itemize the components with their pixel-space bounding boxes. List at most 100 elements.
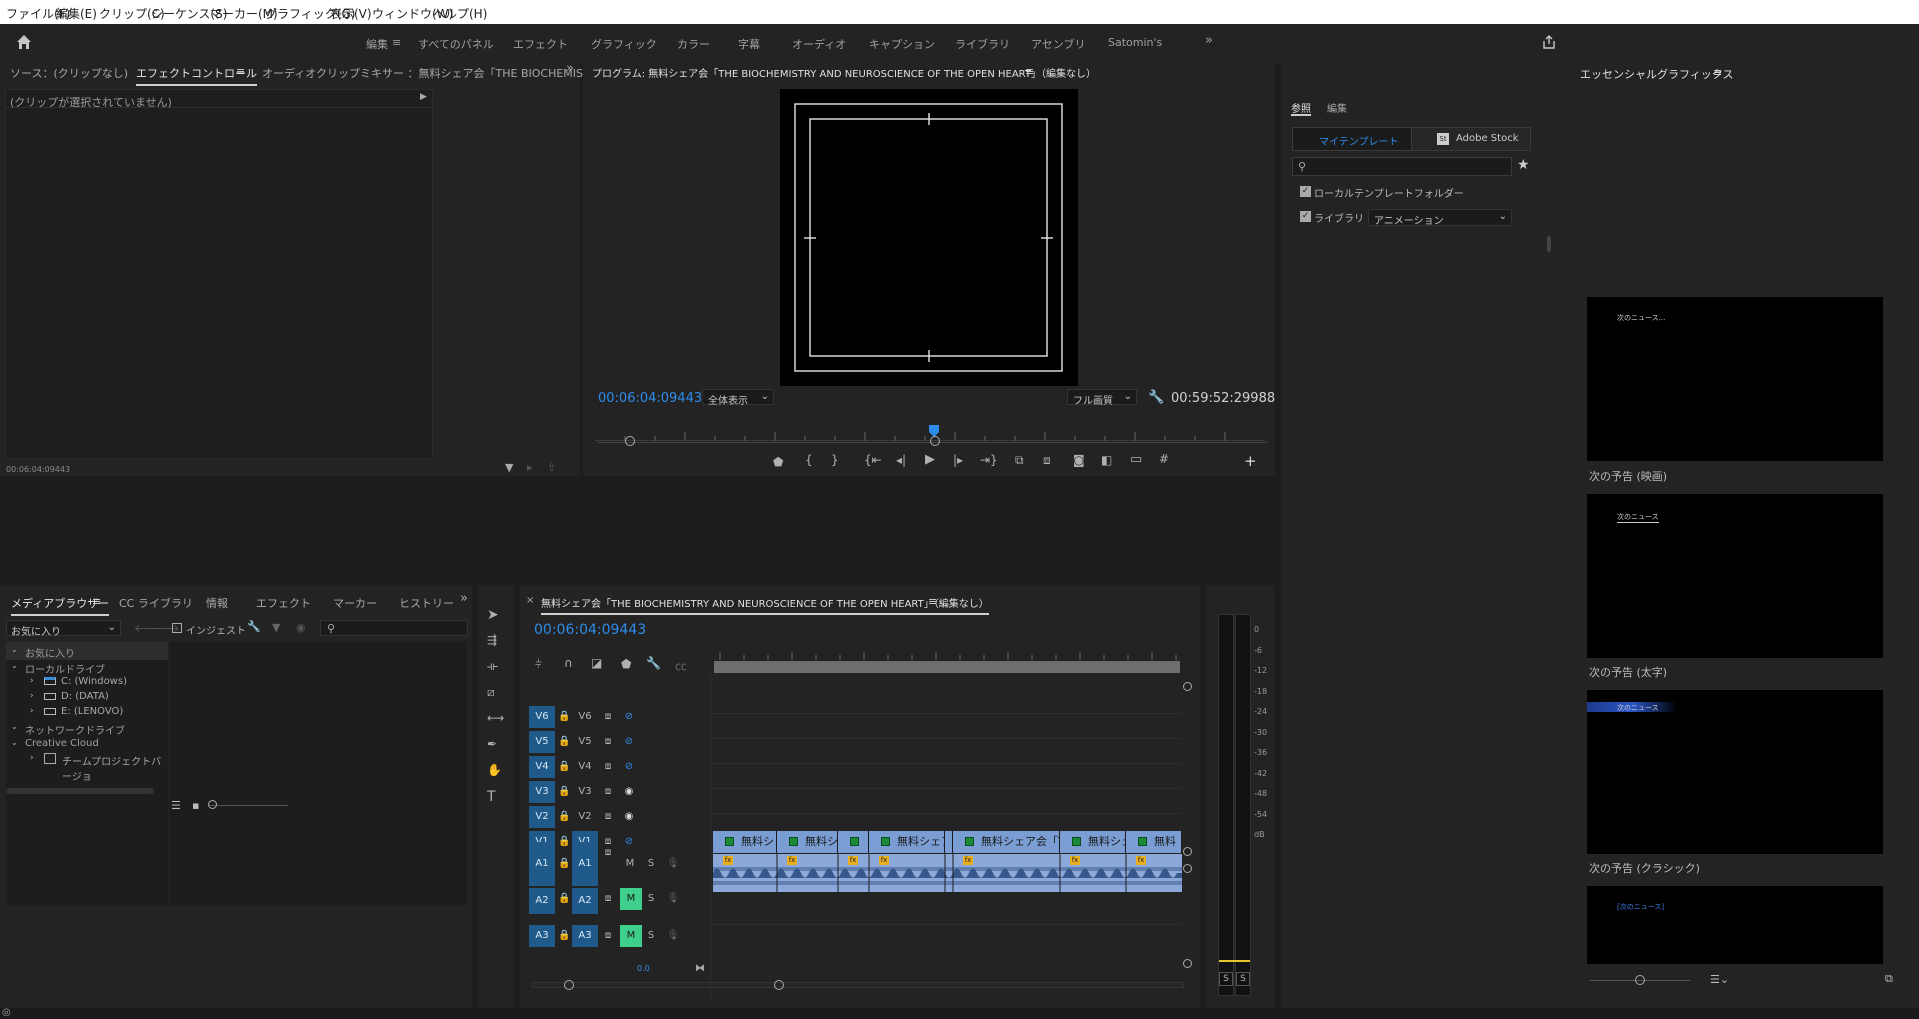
tree-local-drives[interactable]: ローカルドライブ bbox=[25, 661, 105, 676]
linked-selection-icon[interactable]: ◪ bbox=[591, 656, 602, 670]
lock-icon[interactable]: 🔒 bbox=[558, 925, 570, 947]
hand-tool-icon[interactable]: ✋ bbox=[487, 763, 502, 777]
library-dropdown[interactable]: アニメーション ⌄ bbox=[1368, 209, 1512, 227]
slip-tool-icon[interactable]: ⟷ bbox=[487, 711, 504, 725]
media-browser-menu-icon[interactable]: ≡ bbox=[92, 595, 101, 608]
workspace-audio[interactable]: オーディオ bbox=[792, 36, 846, 52]
template-thumbnail[interactable]: 次のニュース bbox=[1587, 494, 1883, 658]
panel-menu-icon[interactable]: ≡ bbox=[1713, 66, 1722, 79]
timeline-timecode[interactable]: 00:06:04:09443 bbox=[534, 622, 646, 638]
sync-lock-icon[interactable]: ⧈ bbox=[600, 756, 616, 778]
essential-graphics-title[interactable]: エッセンシャルグラフィックス bbox=[1580, 66, 1733, 82]
zoom-handle-right[interactable] bbox=[774, 980, 784, 990]
sync-lock-icon[interactable]: ⧈ bbox=[600, 731, 616, 753]
lock-icon[interactable]: 🔒 bbox=[558, 888, 570, 910]
eye-hidden-icon[interactable]: ⊘ bbox=[621, 756, 637, 778]
chevron-down-icon[interactable]: ⌄ bbox=[11, 738, 18, 747]
sync-lock-icon[interactable]: ⧈ bbox=[600, 842, 616, 864]
workspace-effects[interactable]: エフェクト bbox=[513, 36, 568, 52]
mute-button-a1[interactable]: M bbox=[621, 853, 639, 875]
lock-icon[interactable]: 🔒 bbox=[558, 731, 570, 753]
pen-tool-icon[interactable]: ✒ bbox=[487, 737, 497, 751]
marker-icon[interactable]: ⬟ bbox=[621, 657, 631, 671]
mute-button-a2[interactable]: M bbox=[620, 888, 642, 910]
video-clip[interactable]: 無料シェア bbox=[869, 831, 945, 853]
eye-icon[interactable]: ◉ bbox=[621, 806, 637, 828]
source-patch-v2[interactable]: V2 bbox=[529, 806, 555, 828]
source-patch-v4[interactable]: V4 bbox=[529, 756, 555, 778]
track-name-v2[interactable]: V2 bbox=[572, 806, 598, 828]
tree-creative-cloud[interactable]: Creative Cloud bbox=[25, 738, 99, 749]
tree-drive-d[interactable]: D: (DATA) bbox=[61, 691, 109, 702]
track-name-a2[interactable]: A2 bbox=[572, 888, 598, 914]
video-frame[interactable] bbox=[780, 89, 1078, 386]
tree-scrollbar[interactable] bbox=[6, 788, 154, 794]
settings-wrench-icon[interactable]: 🔧 bbox=[1148, 390, 1164, 405]
tab-history[interactable]: ヒストリー bbox=[399, 595, 454, 611]
zoom-dropdown[interactable]: 全体表示 ⌄ bbox=[702, 389, 774, 407]
razor-tool-icon[interactable]: ⧄ bbox=[487, 685, 495, 700]
sync-lock-icon[interactable]: ⧈ bbox=[600, 806, 616, 828]
zoom-handle-left[interactable] bbox=[625, 436, 635, 446]
workspace-all-panels[interactable]: すべてのパネル bbox=[418, 36, 494, 52]
source-patch-v6[interactable]: V6 bbox=[529, 706, 555, 728]
type-tool-icon[interactable]: T bbox=[487, 789, 496, 805]
tab-browse[interactable]: 参照 bbox=[1291, 100, 1311, 115]
eye-hidden-icon[interactable]: ⊘ bbox=[621, 706, 637, 728]
tree-drive-e[interactable]: E: (LENOVO) bbox=[61, 706, 123, 717]
lock-icon[interactable]: 🔒 bbox=[558, 853, 570, 875]
selection-tool-icon[interactable]: ➤ bbox=[487, 607, 499, 623]
quality-dropdown[interactable]: フル画質 ⌄ bbox=[1067, 389, 1137, 407]
mark-out-icon[interactable]: } bbox=[831, 453, 839, 467]
tree-network-drives[interactable]: ネットワークドライブ bbox=[25, 722, 125, 737]
go-to-out-icon[interactable]: ⇥} bbox=[980, 453, 998, 467]
menu-view[interactable]: 表示(V) bbox=[330, 5, 372, 22]
mark-in-icon[interactable]: { bbox=[805, 453, 813, 467]
tab-audio-clip-mixer[interactable]: オーディオクリップミキサー ：無料シェア会「THE BIOCHEMISTRY A… bbox=[262, 65, 631, 81]
star-icon[interactable]: ★ bbox=[1517, 157, 1530, 173]
favorites-dropdown[interactable]: お気に入り ⌄ bbox=[6, 620, 121, 638]
solo-right-button[interactable]: S bbox=[1236, 972, 1250, 986]
thumb-size-slider[interactable] bbox=[208, 805, 288, 806]
lock-icon[interactable]: 🔒 bbox=[558, 781, 570, 803]
timeline-title[interactable]: 無料シェア会「THE BIOCHEMISTRY AND NEUROSCIENCE… bbox=[541, 595, 989, 615]
ingest-checkbox[interactable] bbox=[172, 623, 182, 633]
tab-markers[interactable]: マーカー bbox=[333, 595, 377, 611]
program-menu-icon[interactable]: ≡ bbox=[1025, 65, 1034, 78]
chevron-down-icon[interactable]: ⌄ bbox=[11, 645, 18, 654]
tree-favorites[interactable]: お気に入り bbox=[25, 645, 75, 660]
chevron-right-icon[interactable]: › bbox=[30, 753, 34, 763]
source-patch-a2[interactable]: A2 bbox=[529, 888, 555, 914]
chevron-down-icon[interactable]: ⌄ bbox=[11, 661, 18, 670]
safe-margins-icon[interactable]: ▭ bbox=[1130, 452, 1142, 467]
workspace-caption[interactable]: キャプション bbox=[869, 36, 935, 52]
view-icon[interactable]: ◉ bbox=[296, 621, 306, 634]
ripple-edit-tool-icon[interactable]: ⟛ bbox=[487, 659, 498, 674]
expand-arrow-icon[interactable]: ▶ bbox=[420, 92, 427, 102]
home-icon[interactable] bbox=[16, 34, 32, 50]
template-thumbnail[interactable]: 次のニュース bbox=[1587, 690, 1883, 854]
sync-lock-icon[interactable]: ⧈ bbox=[600, 781, 616, 803]
guides-icon[interactable]: # bbox=[1159, 452, 1169, 466]
nest-icon[interactable]: ⫩ bbox=[535, 657, 542, 672]
tab-info[interactable]: 情報 bbox=[206, 595, 228, 611]
track-name-v5[interactable]: V5 bbox=[572, 731, 598, 753]
new-layer-icon[interactable]: ⧉ bbox=[1885, 972, 1893, 986]
track-select-tool-icon[interactable]: ⇶ bbox=[487, 633, 497, 647]
track-name-a3[interactable]: A3 bbox=[572, 925, 598, 947]
vertical-scroll-handle[interactable] bbox=[1183, 864, 1192, 873]
tree-drive-c[interactable]: C: (Windows) bbox=[61, 676, 127, 687]
tree-team-project[interactable]: チームプロジェクトバージョ bbox=[62, 753, 168, 783]
close-icon[interactable]: × bbox=[526, 595, 534, 606]
eye-hidden-icon[interactable]: ⊘ bbox=[621, 731, 637, 753]
sync-lock-icon[interactable]: ⧈ bbox=[600, 706, 616, 728]
template-thumbnail[interactable]: [次のニュース] bbox=[1587, 886, 1883, 964]
template-search-input[interactable]: ⚲ bbox=[1292, 157, 1512, 176]
sync-lock-icon[interactable]: ⧈ bbox=[600, 888, 616, 910]
add-marker-icon[interactable]: ⬟ bbox=[773, 455, 783, 469]
share-icon[interactable] bbox=[1542, 35, 1556, 49]
work-area-bar[interactable] bbox=[714, 661, 1180, 673]
my-templates-button[interactable]: マイテンプレート bbox=[1292, 127, 1412, 151]
video-clip[interactable] bbox=[945, 831, 953, 853]
workspace-libraries[interactable]: ライブラリ bbox=[955, 36, 1010, 52]
